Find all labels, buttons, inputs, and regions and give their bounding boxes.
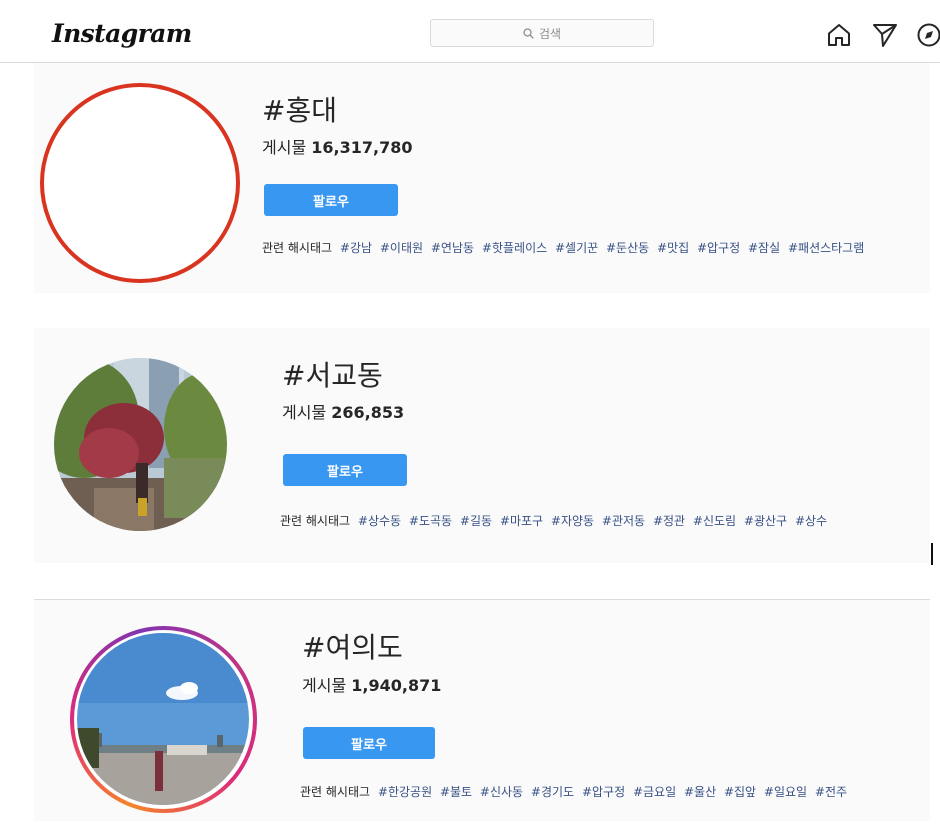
text-cursor bbox=[931, 543, 933, 565]
related-hashtag-link[interactable]: #불토 bbox=[440, 785, 472, 799]
related-hashtag-link[interactable]: #경기도 bbox=[531, 785, 574, 799]
follow-button[interactable]: 팔로우 bbox=[264, 184, 398, 216]
related-hashtag-link[interactable]: #금요일 bbox=[633, 785, 676, 799]
related-hashtag-link[interactable]: #마포구 bbox=[500, 514, 543, 528]
related-hashtag-link[interactable]: #핫플레이스 bbox=[482, 241, 547, 255]
hashtag-title: #여의도 bbox=[302, 631, 403, 664]
related-hashtag-link[interactable]: #상수동 bbox=[358, 514, 401, 528]
related-hashtag-link[interactable]: #울산 bbox=[684, 785, 716, 799]
direct-icon[interactable] bbox=[872, 22, 898, 48]
related-hashtag-link[interactable]: #이태원 bbox=[380, 241, 423, 255]
hashtag-card: #여의도 게시물 1,940,871 팔로우 관련 해시태그 #한강공원 #불토… bbox=[34, 599, 930, 821]
related-hashtag-link[interactable]: #압구정 bbox=[582, 785, 625, 799]
top-navigation-bar: Instagram 검색 bbox=[0, 0, 940, 63]
home-icon[interactable] bbox=[826, 22, 852, 48]
related-hashtag-link[interactable]: #맛집 bbox=[657, 241, 689, 255]
related-hashtag-link[interactable]: #연남동 bbox=[431, 241, 474, 255]
related-hashtag-link[interactable]: #관저동 bbox=[602, 514, 645, 528]
related-hashtag-link[interactable]: #정관 bbox=[653, 514, 685, 528]
riverside-photo bbox=[77, 633, 249, 805]
street-photo bbox=[54, 358, 227, 531]
related-hashtag-link[interactable]: #신도림 bbox=[693, 514, 736, 528]
related-hashtag-link[interactable]: #길동 bbox=[460, 514, 492, 528]
search-placeholder: 검색 bbox=[538, 26, 562, 41]
post-count: 게시물 16,317,780 bbox=[262, 138, 413, 157]
related-hashtags: 관련 해시태그 #상수동 #도곡동 #길동 #마포구 #자양동 #관저동 #정관… bbox=[280, 514, 828, 528]
related-hashtags: 관련 해시태그 #한강공원 #불토 #신사동 #경기도 #압구정 #금요일 #울… bbox=[300, 785, 848, 799]
related-hashtag-link[interactable]: #잠실 bbox=[748, 241, 780, 255]
follow-button[interactable]: 팔로우 bbox=[283, 454, 407, 486]
search-icon bbox=[523, 27, 534, 39]
related-hashtag-link[interactable]: #일요일 bbox=[764, 785, 807, 799]
related-hashtag-link[interactable]: #패션스타그램 bbox=[788, 241, 864, 255]
post-count: 게시물 266,853 bbox=[282, 403, 405, 422]
search-input[interactable]: 검색 bbox=[430, 19, 654, 47]
explore-icon[interactable] bbox=[916, 22, 940, 48]
hashtag-title: #홍대 bbox=[262, 94, 337, 127]
related-hashtag-link[interactable]: #압구정 bbox=[697, 241, 740, 255]
related-hashtag-link[interactable]: #셀기꾼 bbox=[555, 241, 598, 255]
hashtag-avatar bbox=[54, 358, 227, 531]
related-hashtag-link[interactable]: #집앞 bbox=[724, 785, 756, 799]
related-hashtag-link[interactable]: #광산구 bbox=[744, 514, 787, 528]
related-hashtag-link[interactable]: #한강공원 bbox=[378, 785, 432, 799]
hashtag-card: #홍대 게시물 16,317,780 팔로우 관련 해시태그 #강남 #이태원 … bbox=[34, 63, 930, 293]
related-hashtag-link[interactable]: #자양동 bbox=[551, 514, 594, 528]
related-hashtag-link[interactable]: #도곡동 bbox=[409, 514, 452, 528]
hashtag-avatar bbox=[40, 83, 240, 283]
related-hashtag-link[interactable]: #상수 bbox=[795, 514, 827, 528]
follow-button[interactable]: 팔로우 bbox=[303, 727, 435, 759]
instagram-logo[interactable]: Instagram bbox=[52, 19, 192, 48]
hashtag-avatar bbox=[70, 626, 257, 813]
related-hashtag-link[interactable]: #강남 bbox=[340, 241, 372, 255]
related-hashtag-link[interactable]: #전주 bbox=[815, 785, 847, 799]
avatar-inner bbox=[74, 630, 253, 809]
related-hashtags: 관련 해시태그 #강남 #이태원 #연남동 #핫플레이스 #셀기꾼 #둔산동 #… bbox=[262, 241, 865, 255]
related-hashtag-link[interactable]: #둔산동 bbox=[606, 241, 649, 255]
hashtag-title: #서교동 bbox=[282, 359, 383, 392]
post-count: 게시물 1,940,871 bbox=[302, 676, 442, 695]
hashtag-card: #서교동 게시물 266,853 팔로우 관련 해시태그 #상수동 #도곡동 #… bbox=[34, 328, 930, 563]
related-hashtag-link[interactable]: #신사동 bbox=[480, 785, 523, 799]
